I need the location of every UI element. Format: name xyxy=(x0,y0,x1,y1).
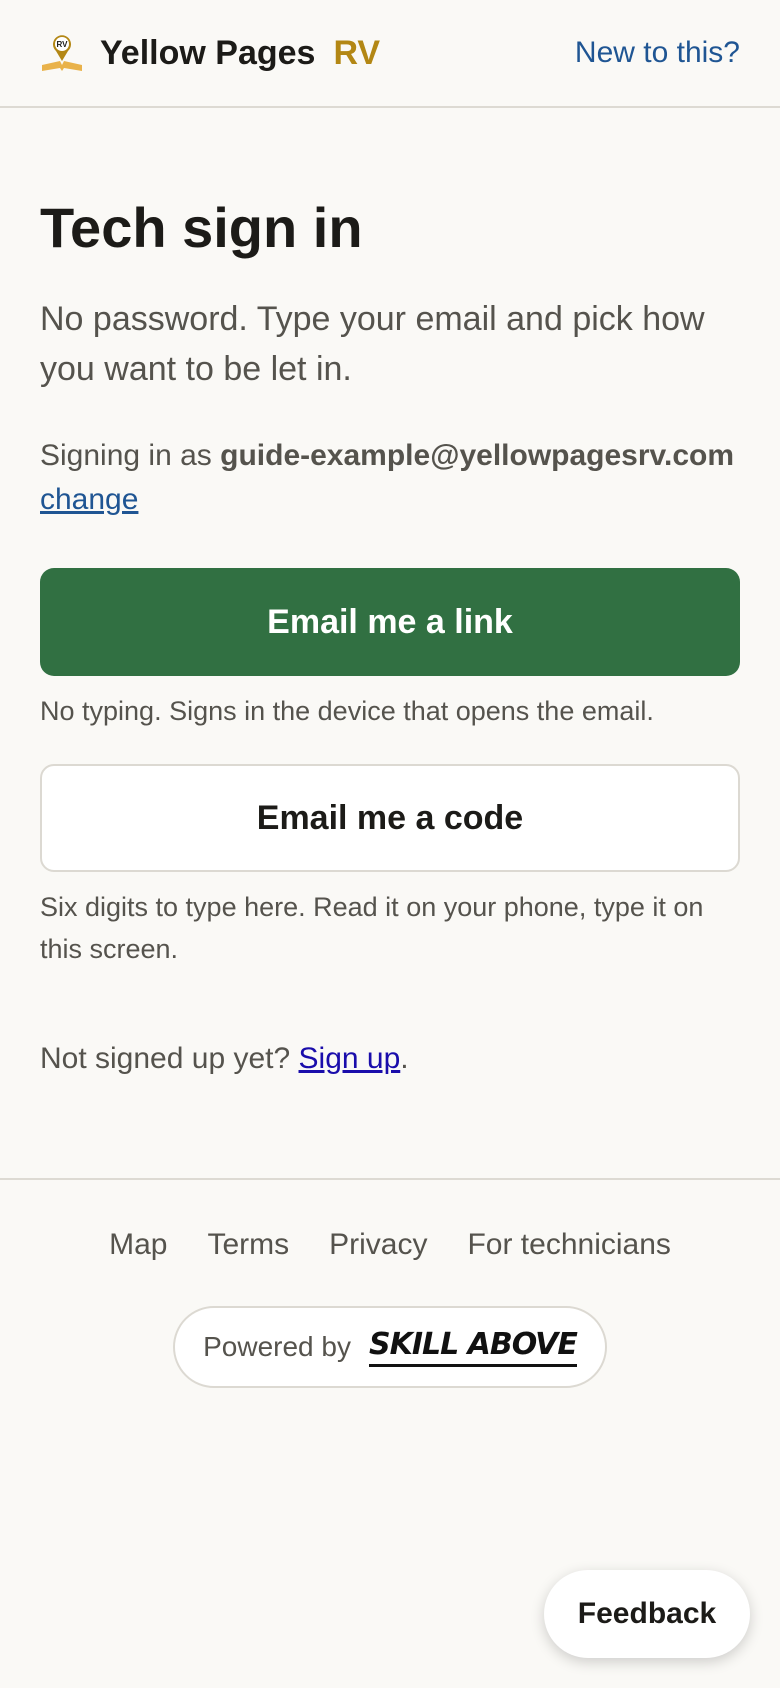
signup-prompt: Not signed up yet? Sign up. xyxy=(40,1042,740,1076)
main-content: Tech sign in No password. Type your emai… xyxy=(0,196,780,1076)
change-email-link[interactable]: change xyxy=(40,483,138,516)
footer-nav: Map Terms Privacy For technicians xyxy=(0,1228,780,1262)
brand-name: Yellow Pages xyxy=(100,33,316,72)
svg-text:RV: RV xyxy=(57,40,69,49)
footer-link-for-technicians[interactable]: For technicians xyxy=(467,1228,670,1262)
footer-link-map[interactable]: Map xyxy=(109,1228,167,1262)
site-footer: Map Terms Privacy For technicians Powere… xyxy=(0,1178,780,1388)
sign-up-link[interactable]: Sign up xyxy=(299,1042,401,1075)
page-title: Tech sign in xyxy=(40,196,363,259)
signed-email: guide-example@yellowpagesrv.com xyxy=(220,439,735,473)
signup-prefix: Not signed up yet? xyxy=(40,1042,291,1076)
intro-text: No password. Type your email and pick ho… xyxy=(40,300,705,389)
email-link-button[interactable]: Email me a link xyxy=(40,568,740,677)
email-code-button[interactable]: Email me a code xyxy=(40,764,740,873)
code-hint: Six digits to type here. Read it on your… xyxy=(40,892,704,965)
powered-by-badge[interactable]: Powered by SKILL ABOVE xyxy=(173,1306,607,1388)
footer-link-privacy[interactable]: Privacy xyxy=(329,1228,427,1262)
rv-pin-book-icon: RV xyxy=(42,35,82,71)
powered-by-label: Powered by xyxy=(203,1331,351,1362)
new-to-this-link[interactable]: New to this? xyxy=(575,36,740,70)
brand-suffix: RV xyxy=(333,33,381,72)
footer-link-terms[interactable]: Terms xyxy=(207,1228,289,1262)
link-hint: No typing. Signs in the device that open… xyxy=(40,696,654,727)
signup-suffix: . xyxy=(400,1042,409,1076)
signing-prefix: Signing in as xyxy=(40,439,212,473)
skill-above-logo: SKILL ABOVE xyxy=(368,1327,578,1367)
site-header: RV Yellow Pages RV New to this? xyxy=(0,0,780,108)
signing-in-as: Signing in as guide-example@yellowpagesr… xyxy=(40,434,740,522)
brand[interactable]: RV Yellow Pages RV xyxy=(40,31,380,75)
feedback-button[interactable]: Feedback xyxy=(544,1570,750,1658)
